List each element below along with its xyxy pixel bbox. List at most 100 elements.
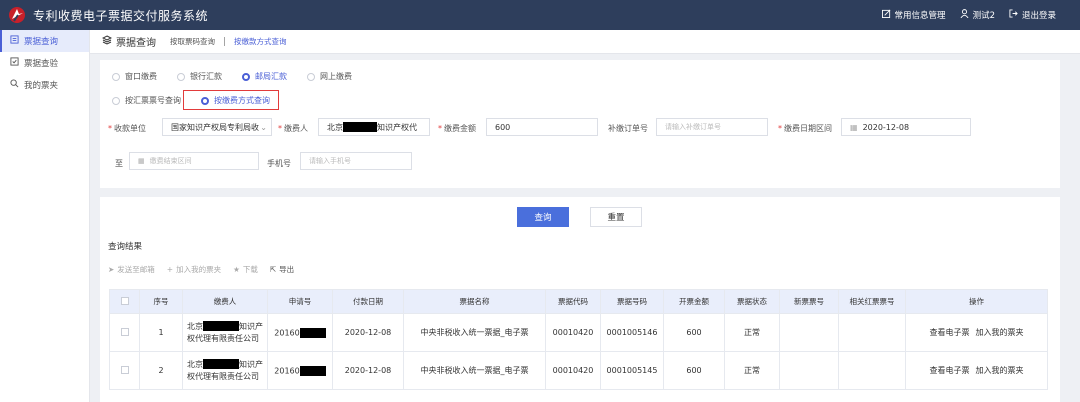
cell-status: 正常: [724, 351, 780, 390]
phone-input[interactable]: 请输入手机号: [300, 152, 412, 170]
top-bar: 专利收费电子票据交付服务系统 常用信息管理 测试2 退出登录: [0, 0, 1080, 30]
reset-button[interactable]: 重置: [590, 207, 642, 227]
tab-by-payment-method[interactable]: 按缴款方式查询: [234, 36, 287, 47]
radio-label: 银行汇款: [190, 72, 222, 81]
redaction-mask: [343, 122, 377, 132]
checkbox[interactable]: [120, 365, 129, 374]
cell-red-no: [838, 351, 906, 390]
header-select-all[interactable]: [109, 289, 140, 314]
layers-icon: [101, 35, 113, 48]
chevron-down-icon: ⌄: [260, 122, 267, 132]
action-label: 导出: [279, 265, 295, 274]
cell-ticket-code: 00010420: [545, 313, 601, 352]
send-email-action[interactable]: ➤ 发送至邮箱: [108, 264, 155, 275]
view-ticket-link[interactable]: 查看电子票: [930, 366, 970, 375]
cell-payer: 北京 知识产 权代理有限责任公司: [182, 313, 268, 352]
logout-label: 退出登录: [1021, 11, 1056, 21]
column-header: 新票票号: [779, 289, 839, 314]
column-header: 序号: [139, 289, 183, 314]
send-icon: ➤: [108, 265, 115, 274]
payer-prefix: 北京: [327, 122, 343, 132]
star-icon: ★: [233, 265, 240, 274]
payer-input[interactable]: 北京 知识产权代: [318, 118, 430, 136]
radio-dot: [112, 96, 120, 105]
payment-method-group: 窗口缴费 银行汇款 邮局汇款 网上缴费: [112, 71, 372, 82]
radio-bank-transfer[interactable]: 银行汇款: [177, 71, 222, 82]
calendar-icon: ▦: [138, 157, 145, 165]
query-button[interactable]: 查询: [517, 207, 569, 227]
tab-separator: |: [223, 36, 227, 47]
date-start-value: 2020-12-08: [862, 122, 910, 132]
table-row: 2 北京 知识产 权代理有限责任公司 20160 2020-12-08 中央非税收入…: [109, 351, 1048, 390]
user-icon: [960, 9, 969, 21]
tabs-heading-label: 票据查询: [116, 38, 156, 49]
cell-ticket-number: 0001005146: [600, 313, 664, 352]
checkbox[interactable]: [120, 327, 129, 336]
radio-label: 窗口缴费: [125, 72, 157, 81]
cell-ticket-name: 中央非税收入统一票据_电子票: [403, 351, 546, 390]
radio-window-payment[interactable]: 窗口缴费: [112, 71, 157, 82]
radio-by-draft-number[interactable]: 按汇票票号查询: [112, 95, 181, 106]
download-action[interactable]: ★ 下载: [233, 264, 258, 275]
sidebar-item-my-folder[interactable]: 我的票夹: [0, 74, 89, 96]
sidebar-item-ticket-verify[interactable]: 票据查验: [0, 52, 89, 74]
checkbox[interactable]: [120, 296, 129, 305]
radio-label: 按汇票票号查询: [125, 96, 181, 105]
row-select[interactable]: [109, 351, 140, 390]
row-select[interactable]: [109, 313, 140, 352]
document-icon: [10, 35, 19, 47]
cell-amount: 600: [663, 351, 725, 390]
column-header: 票据代码: [545, 289, 601, 314]
cell-no: 2: [139, 351, 183, 390]
date-start-input[interactable]: ▦ 2020-12-08: [841, 118, 971, 136]
column-header: 相关红票票号: [838, 289, 906, 314]
logout-link[interactable]: 退出登录: [1009, 9, 1056, 21]
date-label: * 缴费日期区间: [778, 124, 832, 133]
column-header: 付款日期: [332, 289, 404, 314]
checkbox-icon: [10, 57, 19, 69]
cell-no: 1: [139, 313, 183, 352]
amount-label: * 缴费金额: [438, 124, 476, 133]
export-action[interactable]: ⇱ 导出: [270, 264, 294, 275]
amount-input[interactable]: 600: [486, 118, 598, 136]
add-folder-action[interactable]: + 加入我的票夹: [167, 264, 221, 275]
filter-panel: 窗口缴费 银行汇款 邮局汇款 网上缴费 按汇票票号查询 按缴费方式查询 * 收款单…: [100, 60, 1060, 188]
radio-dot: [177, 72, 185, 81]
view-ticket-link[interactable]: 查看电子票: [930, 328, 970, 337]
date-end-placeholder: 缴费结束区间: [149, 157, 192, 165]
cell-ticket-number: 0001005145: [600, 351, 664, 390]
date-end-input[interactable]: ▦ 缴费结束区间: [129, 152, 259, 170]
table-header: 序号 缴费人 申请号 付款日期 票据名称 票据代码 票据号码 开票金额 票据状态…: [109, 289, 1048, 314]
add-to-folder-link[interactable]: 加入我的票夹: [976, 328, 1024, 337]
cell-new-no: [779, 351, 839, 390]
cell-ops: 查看电子票 加入我的票夹: [905, 351, 1048, 390]
tabs-heading: 票据查询: [101, 34, 156, 49]
unit-label: * 收款单位: [108, 124, 146, 133]
common-info-link[interactable]: 常用信息管理: [881, 9, 946, 21]
order-input[interactable]: 请输入补缴订单号: [656, 118, 768, 136]
cell-date: 2020-12-08: [332, 313, 404, 352]
common-info-label: 常用信息管理: [894, 11, 946, 21]
tab-by-pickup-code[interactable]: 按取票码查询: [170, 36, 215, 47]
user-menu[interactable]: 测试2: [960, 9, 995, 21]
radio-dot: [242, 72, 250, 81]
unit-select[interactable]: 国家知识产权局专利局收 ⌄: [162, 118, 272, 136]
add-to-folder-link[interactable]: 加入我的票夹: [976, 366, 1024, 375]
cell-ticket-name: 中央非税收入统一票据_电子票: [403, 313, 546, 352]
cell-ops: 查看电子票 加入我的票夹: [905, 313, 1048, 352]
column-header: 票据名称: [403, 289, 546, 314]
cell-app-no: 20160: [267, 351, 333, 390]
cell-red-no: [838, 313, 906, 352]
app-logo: [7, 5, 27, 25]
results-actions: ➤ 发送至邮箱 + 加入我的票夹 ★ 下载 ⇱ 导出: [108, 264, 294, 275]
export-icon: ⇱: [269, 265, 277, 274]
cell-date: 2020-12-08: [332, 351, 404, 390]
sidebar: 票据查询 票据查验 我的票夹: [0, 30, 90, 402]
radio-online-payment[interactable]: 网上缴费: [307, 71, 352, 82]
payer-suffix: 知识产权代: [377, 122, 417, 132]
radio-postal-remittance[interactable]: 邮局汇款: [242, 71, 287, 82]
action-label: 下载: [242, 265, 258, 274]
sidebar-item-ticket-query[interactable]: 票据查询: [0, 30, 89, 52]
radio-dot: [307, 72, 315, 81]
order-label: 补缴订单号: [608, 124, 648, 133]
